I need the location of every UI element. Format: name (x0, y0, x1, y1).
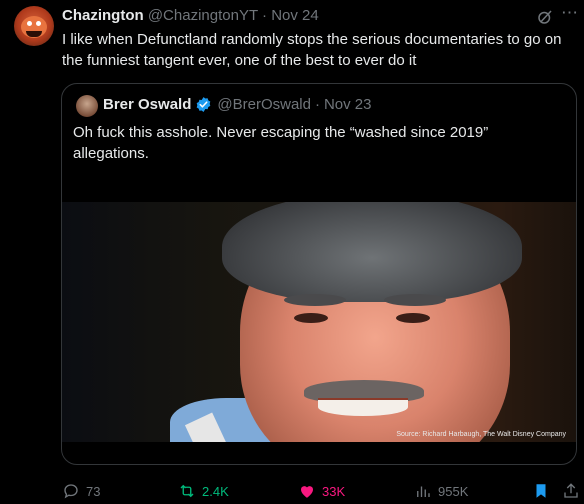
views-count: 955K (438, 483, 469, 499)
image-brow-right (384, 294, 446, 306)
quoted-date-separator: · (314, 96, 320, 113)
bookmark-button[interactable] (532, 482, 556, 500)
like-count: 33K (322, 483, 346, 499)
reply-icon (64, 484, 78, 499)
quoted-tweet[interactable]: Brer Oswald @BrerOswald · Nov 23 Oh fuck… (61, 83, 577, 465)
image-credit: Source: Richard Harbaugh, The Walt Disne… (396, 431, 566, 438)
views-button[interactable]: 955K (414, 482, 468, 500)
quoted-header: Brer Oswald @BrerOswald · Nov 23 (103, 96, 372, 113)
quoted-image[interactable]: Source: Richard Harbaugh, The Walt Disne… (62, 202, 576, 442)
tweet-text: I like when Defunctland randomly stops t… (62, 31, 562, 69)
heart-icon (301, 486, 313, 498)
avatar-eye (36, 21, 41, 26)
date-separator: · (262, 7, 268, 24)
share-button[interactable] (562, 482, 584, 500)
reply-button[interactable]: 73 (62, 482, 100, 500)
author-handle[interactable]: @ChazingtonYT (148, 7, 258, 24)
author-avatar[interactable] (14, 6, 54, 46)
more-icon[interactable]: ⋯ (561, 3, 579, 23)
like-button[interactable]: 33K (298, 482, 345, 500)
image-eye-right (396, 313, 430, 323)
quoted-text: Oh fuck this asshole. Never escaping the… (73, 124, 489, 162)
quoted-date: Nov 23 (323, 96, 372, 113)
share-icon (564, 483, 578, 498)
retweet-count: 2.4K (202, 483, 229, 499)
bookmark-icon (536, 484, 546, 498)
grok-icon[interactable] (536, 8, 554, 26)
avatar-eye (27, 21, 32, 26)
quoted-author-handle: @BrerOswald (217, 96, 311, 113)
retweet-icon (180, 484, 194, 498)
quoted-author-avatar (76, 95, 98, 117)
image-eye-left (294, 313, 328, 323)
image-hair (222, 202, 522, 302)
image-brow-left (284, 294, 346, 306)
author-name[interactable]: Chazington (62, 7, 144, 24)
tweet-date[interactable]: Nov 24 (271, 7, 319, 24)
action-bar: 73 2.4K 33K 955K (0, 474, 584, 504)
verified-badge-icon (197, 97, 211, 112)
tweet-header: Chazington @ChazingtonYT · Nov 24 (62, 7, 319, 24)
quoted-author-name: Brer Oswald (103, 96, 192, 113)
retweet-button[interactable]: 2.4K (178, 482, 229, 500)
views-icon (417, 486, 430, 497)
reply-count: 73 (86, 483, 101, 499)
image-smile (318, 398, 408, 416)
